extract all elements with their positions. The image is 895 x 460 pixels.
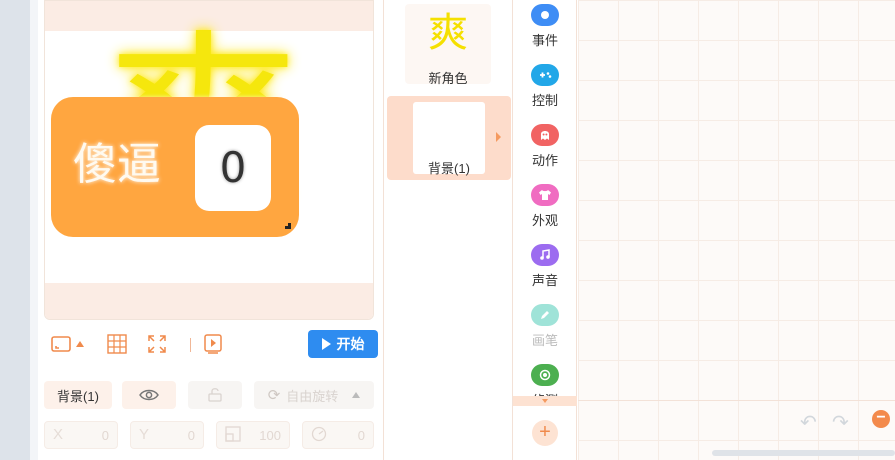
eye-icon xyxy=(139,389,159,401)
y-position-field[interactable]: Y 0 xyxy=(130,421,204,449)
x-position-field[interactable]: X 0 xyxy=(44,421,118,449)
editor-root: 爽 傻逼 0 xyxy=(0,0,895,460)
category-label: 动作 xyxy=(531,153,558,168)
add-extension-button[interactable]: + xyxy=(532,420,558,446)
new-sprite-label: 新角色 xyxy=(428,71,468,86)
shirt-icon xyxy=(531,184,559,206)
background-label: 背景(1) xyxy=(428,161,470,176)
chevron-down-icon xyxy=(542,399,548,403)
category-control[interactable]: 控制 xyxy=(513,60,577,118)
gamepad-icon xyxy=(531,64,559,86)
category-sound[interactable]: 声音 xyxy=(513,240,577,298)
rotate-icon: ⟳ xyxy=(267,387,281,404)
category-label: 外观 xyxy=(531,213,558,228)
direction-field[interactable]: 0 xyxy=(302,421,374,449)
visibility-toggle[interactable] xyxy=(122,381,176,409)
pen-icon xyxy=(531,304,559,326)
category-motion[interactable]: 动作 xyxy=(513,120,577,178)
toggle-icon xyxy=(531,4,559,26)
player-mode-icon[interactable] xyxy=(202,334,224,354)
dropdown-arrow-icon xyxy=(352,392,361,398)
variable-name: 傻逼 xyxy=(73,139,161,190)
play-icon xyxy=(321,338,331,350)
redo-icon[interactable]: ↷ xyxy=(832,410,849,435)
lock-toggle[interactable] xyxy=(188,381,242,409)
ghost-icon xyxy=(531,124,559,146)
start-button[interactable]: 开始 xyxy=(308,330,378,358)
stage-canvas[interactable]: 爽 傻逼 0 xyxy=(44,0,374,320)
rotation-style-select[interactable]: ⟳ 自由旋转 xyxy=(254,381,374,409)
stage-size-icon[interactable] xyxy=(50,334,72,354)
category-events[interactable]: 事件 xyxy=(513,0,577,58)
background-card[interactable]: 背景(1) xyxy=(387,96,511,180)
horizontal-scrollbar[interactable] xyxy=(712,450,895,456)
more-categories-toggle[interactable] xyxy=(513,396,577,406)
y-label: Y xyxy=(139,426,150,443)
category-label: 控制 xyxy=(531,93,558,108)
category-label: 事件 xyxy=(531,33,558,48)
rotation-style-label: 自由旋转 xyxy=(286,388,339,404)
size-field[interactable]: 100 xyxy=(216,421,290,449)
y-value: 0 xyxy=(187,428,195,443)
stage-size-dropdown-icon[interactable] xyxy=(74,334,86,354)
grid-icon[interactable] xyxy=(106,334,128,354)
category-sensing[interactable]: 侦测 xyxy=(513,360,577,396)
category-label: 声音 xyxy=(531,273,558,288)
fullscreen-icon[interactable] xyxy=(146,334,168,354)
new-sprite-card[interactable]: 爽 新角色 xyxy=(405,4,491,86)
sprite-name-field[interactable]: 背景(1) xyxy=(44,381,112,409)
music-icon xyxy=(531,244,559,266)
x-label: X xyxy=(53,426,64,443)
size-icon xyxy=(225,426,241,446)
direction-icon xyxy=(311,426,327,446)
sprite-properties-row: 背景(1) ⟳ 自由旋转 xyxy=(44,381,374,409)
start-button-label: 开始 xyxy=(336,336,365,352)
chevron-right-icon xyxy=(496,132,501,142)
zoom-out-icon[interactable]: − xyxy=(872,410,890,428)
toolbar-divider xyxy=(190,338,191,352)
sprites-panel: 爽 新角色 背景(1) xyxy=(385,0,513,460)
window-edge xyxy=(0,0,38,460)
block-category-panel: 事件 控制 动作 外观 声音 画笔 + xyxy=(513,0,577,460)
category-looks[interactable]: 外观 xyxy=(513,180,577,238)
direction-value: 0 xyxy=(357,428,365,443)
category-pen[interactable]: 画笔 xyxy=(513,300,577,358)
variable-monitor[interactable]: 傻逼 0 xyxy=(51,97,299,237)
unlock-icon xyxy=(208,388,222,402)
stage-toolbar: 开始 xyxy=(44,326,378,362)
stage-panel: 爽 傻逼 0 xyxy=(38,0,384,460)
category-label: 画笔 xyxy=(531,333,558,348)
stage-bottom-band xyxy=(45,283,373,319)
sprite-transform-row: X 0 Y 0 100 0 xyxy=(44,421,374,449)
new-sprite-thumbnail: 爽 xyxy=(428,10,468,56)
resize-handle-icon[interactable] xyxy=(285,223,291,229)
variable-value: 0 xyxy=(219,143,247,192)
code-workspace[interactable]: ↶ ↷ − xyxy=(578,0,895,460)
size-value: 100 xyxy=(259,428,281,443)
x-value: 0 xyxy=(101,428,109,443)
workspace-divider xyxy=(578,400,895,401)
undo-icon[interactable]: ↶ xyxy=(800,410,817,435)
radar-icon xyxy=(531,364,559,386)
variable-value-box: 0 xyxy=(195,125,271,211)
